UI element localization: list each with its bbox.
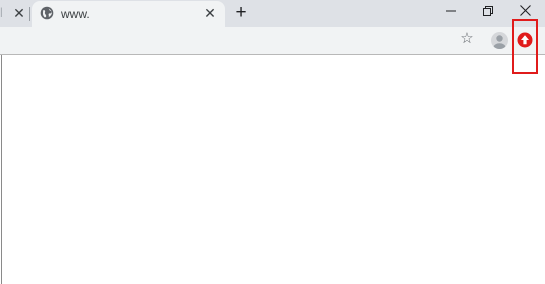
- tab-active[interactable]: www. ✕: [32, 1, 225, 27]
- restore-icon: [483, 6, 493, 16]
- profile-avatar-icon[interactable]: [491, 32, 508, 49]
- close-icon: [519, 5, 531, 16]
- new-tab-button[interactable]: +: [231, 3, 251, 23]
- page-content[interactable]: [0, 55, 545, 284]
- annotation-highlight-box: [512, 19, 538, 74]
- browser-toolbar: ☆: [0, 27, 545, 54]
- previous-tab-edge: |: [0, 7, 3, 18]
- tab-strip: | ✕ www. ✕ +: [0, 0, 545, 27]
- tab-title: www.: [61, 7, 90, 21]
- minimize-icon: [446, 10, 456, 12]
- window-minimize-button[interactable]: [434, 0, 468, 22]
- window-restore-button[interactable]: [471, 0, 505, 22]
- tab-close-button[interactable]: ✕: [202, 5, 218, 21]
- bookmark-star-icon[interactable]: ☆: [459, 31, 475, 47]
- person-icon: [493, 35, 506, 49]
- address-bar[interactable]: [0, 29, 483, 52]
- tab-separator: [29, 7, 30, 21]
- previous-tab-close-button[interactable]: ✕: [11, 4, 27, 22]
- window-left-border: [1, 55, 2, 284]
- globe-icon: [40, 6, 54, 20]
